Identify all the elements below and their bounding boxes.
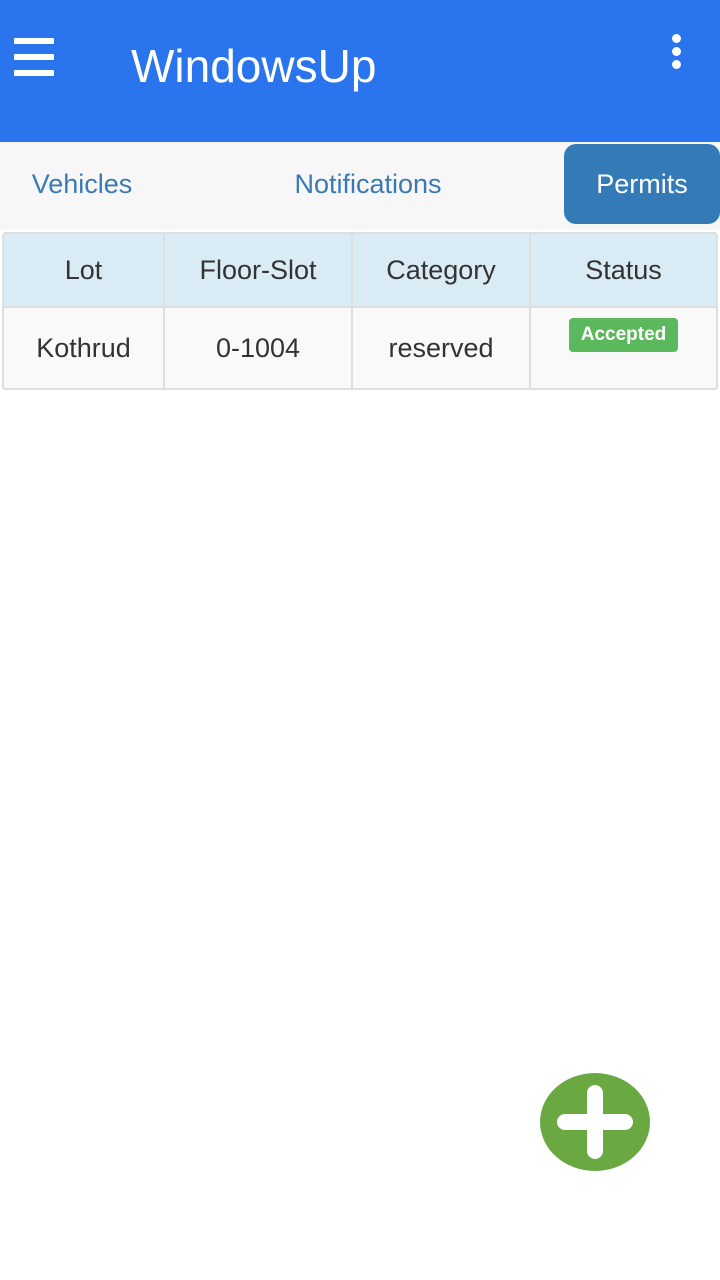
hamburger-menu-icon[interactable] <box>14 38 54 78</box>
column-header-status: Status <box>529 234 716 308</box>
cell-floor-slot: 0-1004 <box>163 306 353 388</box>
tab-notifications[interactable]: Notifications <box>268 144 468 224</box>
column-header-category: Category <box>351 234 531 308</box>
app-title: WindowsUp <box>131 40 377 92</box>
tab-permits[interactable]: Permits <box>564 144 720 224</box>
cell-status: Accepted <box>529 306 716 388</box>
column-header-lot: Lot <box>4 234 165 308</box>
add-permit-button[interactable] <box>540 1073 650 1171</box>
tab-vehicles[interactable]: Vehicles <box>12 144 152 224</box>
cell-lot: Kothrud <box>4 306 165 388</box>
status-badge: Accepted <box>568 318 679 352</box>
table-row[interactable]: Kothrud 0-1004 reserved Accepted <box>4 306 716 388</box>
app-bar: WindowsUp <box>0 0 720 142</box>
tab-bar: Vehicles Notifications Permits <box>0 142 720 230</box>
more-vertical-icon[interactable] <box>662 32 692 72</box>
cell-category: reserved <box>351 306 531 388</box>
table-header-row: Lot Floor-Slot Category Status <box>4 234 716 308</box>
permits-table: Lot Floor-Slot Category Status Kothrud 0… <box>2 232 718 390</box>
column-header-floor-slot: Floor-Slot <box>163 234 353 308</box>
